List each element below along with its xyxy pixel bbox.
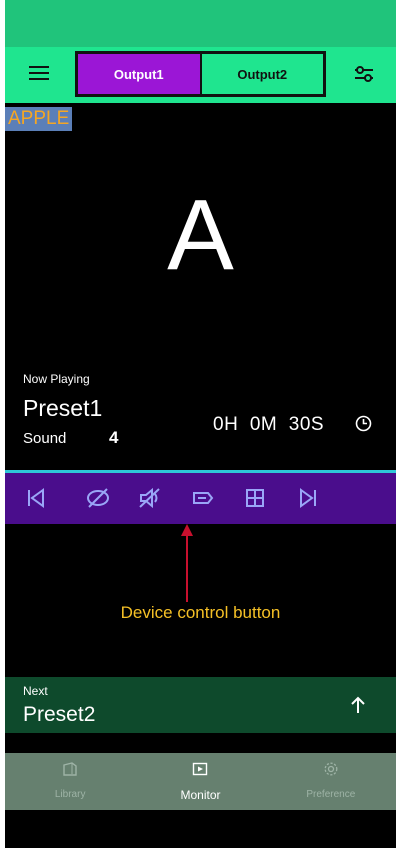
tune-sliders-icon[interactable] [353, 63, 375, 85]
nav-monitor-label: Monitor [180, 788, 221, 802]
library-icon [62, 761, 78, 777]
next-preset: Preset2 [23, 703, 96, 726]
nav-monitor[interactable]: Monitor [135, 753, 265, 810]
tab-output1[interactable]: Output1 [78, 54, 202, 94]
bottom-navigation: Library Monitor Preference [5, 753, 396, 810]
monitor-icon [192, 761, 208, 777]
app-bar: Output1 Output2 [5, 47, 396, 103]
display-tag: APPLE [5, 107, 73, 131]
grid-icon[interactable] [242, 485, 268, 511]
skip-next-icon[interactable] [295, 485, 321, 511]
mute-icon[interactable] [137, 485, 163, 511]
skip-previous-icon[interactable] [23, 485, 49, 511]
now-playing-title: Now Playing [23, 372, 90, 386]
sound-value: 4 [109, 428, 119, 447]
nav-preference[interactable]: Preference [266, 753, 396, 810]
app-screen: Output1 Output2 APPLE A Now Playing Pres… [5, 0, 396, 848]
tab-output2[interactable]: Output2 [201, 54, 323, 94]
settings-gear-icon [323, 761, 339, 777]
next-preset-bar[interactable]: Next Preset2 [5, 677, 396, 733]
device-control-bar [5, 473, 396, 524]
label-icon[interactable] [190, 485, 216, 511]
now-playing-preset: Preset1 [23, 395, 103, 421]
output-tabs: Output1 Output2 [75, 51, 326, 97]
status-bar [5, 0, 396, 47]
nav-library[interactable]: Library [5, 753, 135, 810]
clock-icon[interactable] [355, 415, 372, 432]
nav-library-label: Library [54, 789, 86, 800]
arrow-up-icon[interactable] [348, 695, 368, 715]
display-big-text: A [167, 179, 234, 291]
sound-label: Sound [23, 430, 67, 447]
timer-readout: 0H 0M 30S [213, 414, 325, 435]
next-title: Next [23, 684, 48, 698]
hamburger-menu-icon[interactable] [29, 66, 49, 80]
nav-preference-label: Preference [306, 789, 356, 800]
annotation-arrow [181, 524, 193, 602]
annotation-text: Device control button [120, 603, 281, 622]
visibility-off-icon[interactable] [85, 485, 111, 511]
